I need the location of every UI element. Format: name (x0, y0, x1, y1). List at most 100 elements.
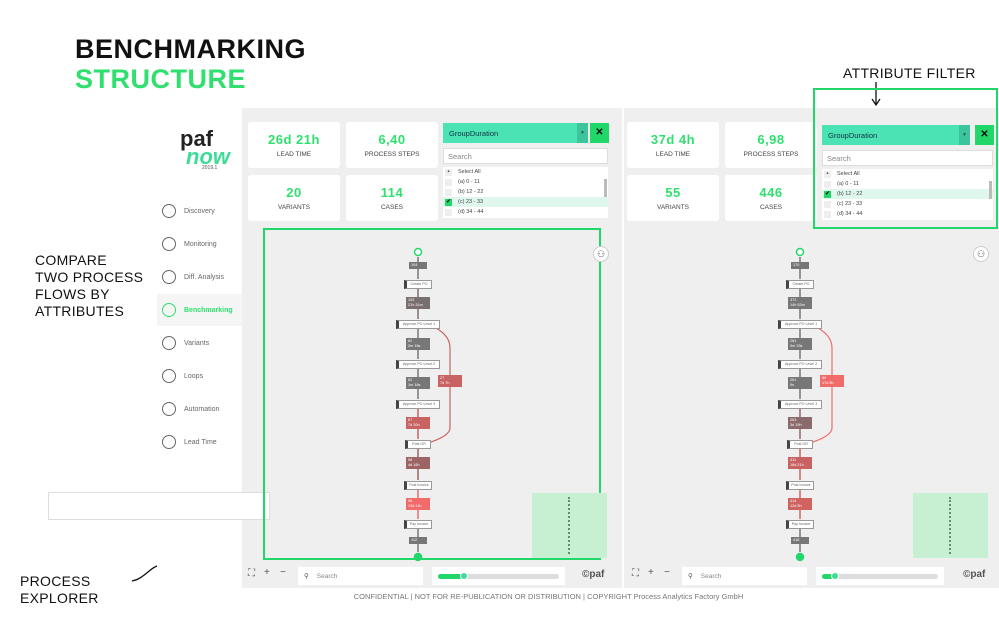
activity-node[interactable]: Pay Invoice (786, 519, 814, 529)
edge-label[interactable]: 170 (791, 261, 809, 269)
sidebar-item-benchmarking[interactable]: Benchmarking (157, 294, 242, 326)
bypass-edge-label[interactable]: 27 7d 7h (438, 375, 462, 387)
fit-screen-icon[interactable]: ⛶ (248, 568, 255, 579)
filter-option[interactable]: ▪ Select All (443, 167, 608, 177)
flow-search-input[interactable]: ⚲ Search (682, 567, 807, 585)
clear-filter-button[interactable]: ✕ (590, 123, 609, 143)
loop-icon (162, 369, 176, 383)
attribute-filter-annotation: ATTRIBUTE FILTER (843, 65, 976, 81)
detail-slider[interactable] (432, 567, 565, 585)
activity-node[interactable]: Post Invoice (404, 480, 432, 490)
activity-node[interactable]: Create PO (786, 279, 814, 289)
edge-label[interactable]: 263 3d 19h (788, 417, 812, 429)
activity-node[interactable]: Approve PO Level 2 (396, 359, 440, 369)
edge-count: 418 (793, 537, 800, 542)
sidebar-item-automation[interactable]: Automation (157, 393, 242, 425)
edge-label[interactable]: 261 9s (788, 377, 812, 389)
edge-label[interactable]: 112 (409, 536, 427, 544)
edge-label[interactable]: 372 14h 53m (788, 297, 812, 309)
activity-node[interactable]: Pay Invoice (404, 519, 432, 529)
sidebar-item-variants[interactable]: Variants (157, 327, 242, 359)
option-label: (b) 12 - 22 (458, 189, 484, 195)
flow-minimap[interactable] (913, 493, 988, 558)
edge-label[interactable]: 98 13d 11h (406, 498, 430, 510)
attribute-dropdown[interactable]: GroupDuration ▼ (443, 123, 588, 143)
slider-handle[interactable] (831, 571, 840, 580)
kpi-card: 446 CASES (725, 175, 817, 221)
sidebar-item-monitoring[interactable]: Monitoring (157, 228, 242, 260)
kpi-card: 20 VARIANTS (248, 175, 340, 221)
sidebar-item-label: Loops (184, 372, 204, 380)
edge-label[interactable]: 411 18d 21h (788, 457, 812, 469)
activity-node[interactable]: Post GR (405, 439, 431, 449)
sidebar-item-lead-time[interactable]: Lead Time (157, 426, 242, 458)
attribute-filter-highlight (813, 88, 998, 229)
scrollbar[interactable] (604, 179, 607, 197)
user-filter-icon[interactable]: ⚇ (973, 246, 989, 262)
activity-node[interactable]: Create PO (404, 279, 432, 289)
filter-option[interactable]: (a) 0 - 11 (443, 177, 608, 187)
edge-label[interactable]: 102 21h 31m (406, 297, 430, 309)
bypass-edge-label[interactable]: 80 17d 5h (820, 375, 844, 387)
zoom-out-button[interactable]: − (280, 567, 286, 578)
sidebar-item-label: Diff. Analysis (184, 273, 224, 281)
edge-label[interactable]: 62 1m 16s (406, 377, 430, 389)
activity-node[interactable]: Post Invoice (786, 480, 814, 490)
edge-label[interactable]: 98 4d 18h (406, 457, 430, 469)
zoom-in-button[interactable]: + (648, 567, 654, 578)
checkbox[interactable] (445, 208, 452, 216)
sidebar-item-label: Variants (184, 339, 210, 347)
edge-label[interactable]: 418 (791, 536, 809, 544)
edge-label[interactable]: 67 7d 20h (406, 417, 430, 429)
compass-icon (162, 204, 176, 218)
edge-label[interactable]: 62 2m 16s (406, 338, 430, 350)
paf-brand: ©paf (963, 569, 986, 580)
edge-label[interactable]: 414 12d 5h (788, 498, 812, 510)
edge-duration: 21h 31m (408, 303, 423, 307)
flow-minimap[interactable] (532, 493, 607, 558)
filter-search-input[interactable]: Search (443, 148, 608, 164)
edge-duration: 2m 16s (408, 344, 421, 348)
edge-duration: 7d 20h (408, 423, 420, 427)
kpi-label: VARIANTS (277, 204, 311, 211)
edge-count: 104 (411, 262, 418, 267)
checkbox[interactable] (445, 178, 452, 186)
filter-option[interactable]: (d) 34 - 44 (443, 207, 608, 217)
filter-option[interactable]: (b) 12 - 22 (443, 187, 608, 197)
activity-node[interactable]: Approve PO Level 1 (778, 319, 822, 329)
edge-label[interactable]: 261 9m 33s (788, 338, 812, 350)
option-label: Select All (458, 169, 481, 175)
user-filter-icon[interactable]: ⚇ (593, 246, 609, 262)
variants-icon (162, 336, 176, 350)
flow-search-input[interactable]: ⚲ Search (298, 567, 423, 585)
detail-slider[interactable] (816, 567, 944, 585)
activity-node[interactable]: Approve PO Level 2 (778, 359, 822, 369)
kpi-label: CASES (759, 204, 783, 211)
checkbox[interactable]: ✔ (445, 198, 452, 206)
sidebar-item-discovery[interactable]: Discovery (157, 195, 242, 227)
checkbox[interactable] (445, 188, 452, 196)
edge-duration: 3d 19h (790, 423, 802, 427)
zoom-in-button[interactable]: + (264, 567, 270, 578)
fit-screen-icon[interactable]: ⛶ (632, 568, 639, 579)
search-icon: ⚲ (688, 573, 693, 580)
kpi-value: 37d 4h (650, 132, 696, 147)
edge-label[interactable]: 104 (409, 261, 427, 269)
edge-duration: 9s (790, 383, 795, 387)
activity-node[interactable]: Approve PO Level 3 (778, 399, 822, 409)
sidebar-item-loops[interactable]: Loops (157, 360, 242, 392)
sidebar-item-label: Automation (184, 405, 220, 413)
activity-node[interactable]: Approve PO Level 1 (396, 319, 440, 329)
zoom-out-button[interactable]: − (664, 567, 670, 578)
slider-handle[interactable] (459, 571, 468, 580)
filter-option[interactable]: ✔ (c) 23 - 33 (443, 197, 608, 207)
sidebar-item-diff-analysis[interactable]: Diff. Analysis (157, 261, 242, 293)
activity-node[interactable]: Approve PO Level 3 (396, 399, 440, 409)
compare-annotation: COMPARE TWO PROCESS FLOWS BY ATTRIBUTES (35, 252, 144, 319)
checkbox[interactable]: ▪ (445, 168, 452, 176)
edge-duration: 18d 21h (790, 463, 804, 467)
kpi-label: PROCESS STEPS (743, 151, 799, 158)
slide-subtitle: STRUCTURE (75, 64, 246, 94)
activity-node[interactable]: Post GR (787, 439, 813, 449)
kpi-card: 6,40 PROCESS STEPS (346, 122, 438, 168)
